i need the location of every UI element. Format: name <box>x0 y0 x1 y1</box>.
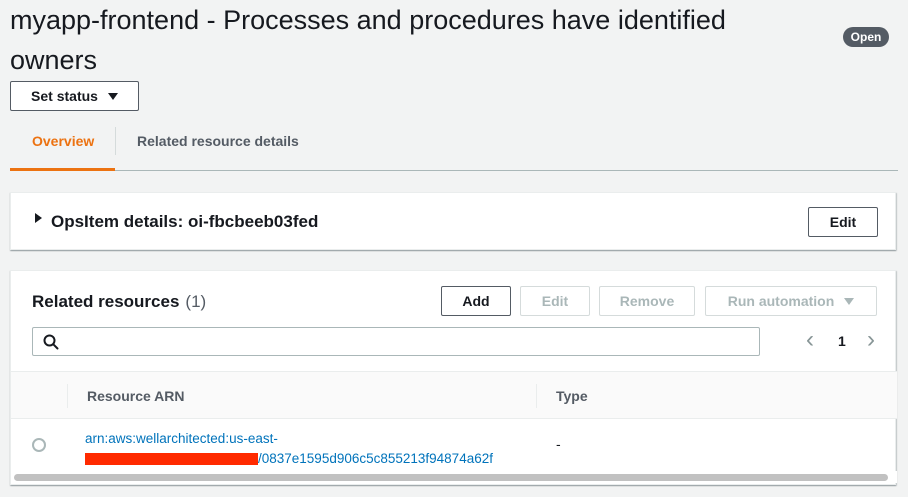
tab-related-resource-details[interactable]: Related resource details <box>115 120 321 170</box>
opsitem-edit-button[interactable]: Edit <box>808 207 878 237</box>
add-resource-button[interactable]: Add <box>441 286 511 316</box>
tab-related-label: Related resource details <box>137 133 299 149</box>
remove-label: Remove <box>619 293 675 309</box>
tab-bar: Overview Related resource details <box>10 120 898 171</box>
page-title: myapp-frontend - Processes and procedure… <box>10 5 726 75</box>
set-status-button[interactable]: Set status <box>10 81 139 111</box>
add-label: Add <box>462 293 490 309</box>
expand-triangle-icon[interactable] <box>35 213 42 223</box>
resource-type-cell: - <box>556 436 561 452</box>
related-resources-title: Related resources (1) <box>32 291 206 313</box>
tab-overview[interactable]: Overview <box>10 120 115 170</box>
related-resources-heading: Related resources <box>32 292 180 311</box>
opsitem-edit-label: Edit <box>829 214 857 230</box>
related-resources-count: (1) <box>185 292 207 311</box>
row-select-radio[interactable] <box>32 438 46 452</box>
run-automation-button[interactable]: Run automation <box>705 286 877 316</box>
pagination-prev-icon[interactable]: ‹ <box>806 326 814 354</box>
set-status-label: Set status <box>31 88 98 104</box>
pagination-page[interactable]: 1 <box>838 333 846 349</box>
active-tab-indicator <box>10 168 115 171</box>
scrollbar-thumb[interactable] <box>14 474 888 481</box>
caret-down-icon <box>107 92 118 100</box>
pagination-next-icon[interactable]: › <box>867 326 875 354</box>
tab-overview-label: Overview <box>32 133 95 149</box>
arn-line-2: /0837e1595d906c5c855213f94874a62f <box>258 451 493 466</box>
status-badge: Open <box>843 27 889 47</box>
opsitem-details-title[interactable]: OpsItem details: oi-fbcbeeb03fed <box>51 211 318 233</box>
caret-down-icon <box>844 297 855 305</box>
table-header: Resource ARN Type <box>11 371 897 419</box>
horizontal-scrollbar[interactable] <box>11 471 897 483</box>
redaction-bar <box>85 453 258 466</box>
resource-arn-link[interactable]: arn:aws:wellarchitected:us-east- /0837e1… <box>85 429 535 469</box>
edit-label: Edit <box>541 293 569 309</box>
remove-resource-button[interactable]: Remove <box>599 286 695 316</box>
column-header-type[interactable]: Type <box>536 372 588 420</box>
run-automation-label: Run automation <box>727 293 835 309</box>
arn-line-1: arn:aws:wellarchitected:us-east- <box>85 431 278 446</box>
opsitem-details-panel: OpsItem details: oi-fbcbeeb03fed Edit <box>10 192 896 250</box>
related-resources-panel: Related resources (1) Add Edit Remove Run… <box>10 270 897 485</box>
edit-resource-button[interactable]: Edit <box>520 286 590 316</box>
search-input[interactable] <box>32 327 760 356</box>
column-header-resource-arn[interactable]: Resource ARN <box>67 372 185 420</box>
search-icon <box>43 334 59 350</box>
